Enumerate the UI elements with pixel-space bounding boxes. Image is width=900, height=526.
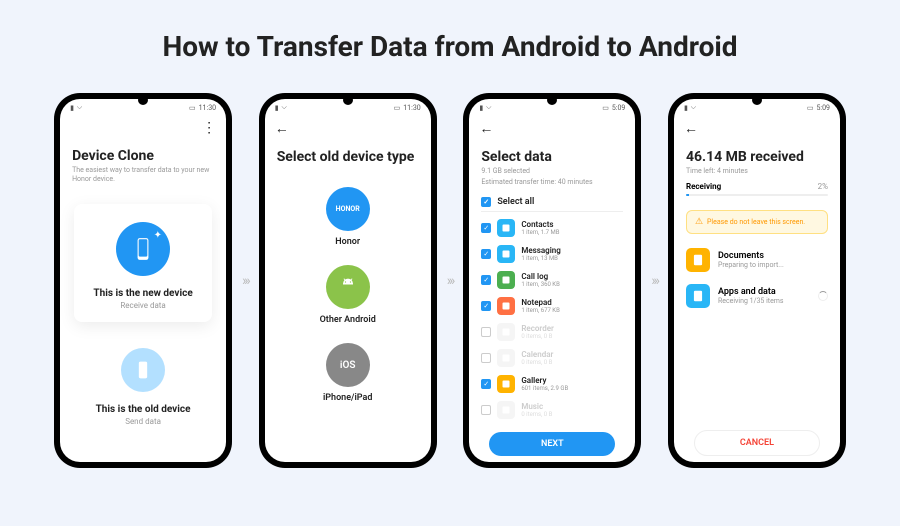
checkbox[interactable] <box>481 379 491 389</box>
row-name: Call log <box>521 272 623 281</box>
row-name: Contacts <box>521 220 623 229</box>
data-row[interactable]: Recorder0 items, 0 B <box>481 320 623 344</box>
phone-1: ▮⌵ ▭11:30 ⋮ Device Clone The easiest way… <box>54 93 232 468</box>
back-icon[interactable]: ← <box>275 120 289 137</box>
row-name: Recorder <box>521 324 623 333</box>
screen-title: 46.14 MB received <box>686 149 828 165</box>
file-icon <box>686 248 710 272</box>
sparkle-icon: ✦ <box>154 230 162 241</box>
time-label: Estimated transfer time: 40 minutes <box>481 178 623 187</box>
receive-item: DocumentsPreparing to import... <box>686 242 828 278</box>
spinner-icon <box>818 291 828 301</box>
checkbox[interactable] <box>481 223 491 233</box>
row-subtitle: 0 items, 0 B <box>521 411 623 418</box>
device-option-honor[interactable]: HONOR Honor <box>326 187 370 247</box>
phone-2: ▮⌵ ▭11:30 ← Select old device type HONOR… <box>259 93 437 468</box>
row-name: Notepad <box>521 298 623 307</box>
app-icon <box>497 297 515 315</box>
app-icon <box>497 271 515 289</box>
row-name: Messaging <box>521 246 623 255</box>
arrow-icon: ››› <box>447 273 454 289</box>
cancel-button[interactable]: CANCEL <box>694 430 820 456</box>
app-icon <box>497 219 515 237</box>
app-icon <box>497 401 515 419</box>
old-device-card[interactable]: This is the old device Send data <box>72 338 214 436</box>
data-row[interactable]: Contacts1 item, 1.7 MB <box>481 216 623 240</box>
warning-banner: Please do not leave this screen. <box>686 210 828 234</box>
checkbox[interactable] <box>481 275 491 285</box>
next-button[interactable]: NEXT <box>489 432 615 456</box>
receive-item: Apps and dataReceiving 1/35 items <box>686 278 828 314</box>
arrow-icon: ››› <box>651 273 658 289</box>
phone-3: ▮⌵ ▭5:09 ← Select data 9.1 GB selected E… <box>463 93 641 468</box>
row-name: Gallery <box>521 376 623 385</box>
battery-icon: ▭ <box>189 104 196 112</box>
size-label: 9.1 GB selected <box>481 167 623 176</box>
screen-subtitle: The easiest way to transfer data to your… <box>72 166 214 184</box>
row-subtitle: 1 item, 13 MB <box>521 255 623 262</box>
wifi-icon: ⌵ <box>77 103 82 112</box>
new-device-card[interactable]: ✦ This is the new device Receive data <box>74 204 212 322</box>
card-title: This is the new device <box>82 288 204 299</box>
data-row[interactable]: Gallery601 items, 2.9 GB <box>481 372 623 396</box>
checkbox[interactable] <box>481 353 491 363</box>
back-icon[interactable]: ← <box>479 120 493 137</box>
data-row[interactable]: Calendar0 items, 0 B <box>481 346 623 370</box>
item-subtitle: Receiving 1/35 items <box>718 297 810 305</box>
select-all-checkbox[interactable] <box>481 197 491 207</box>
android-icon <box>326 265 370 309</box>
card-subtitle: Send data <box>82 417 204 426</box>
row-subtitle: 0 items, 0 B <box>521 359 623 366</box>
row-subtitle: 1 item, 1.7 MB <box>521 229 623 236</box>
phone-4: ▮⌵ ▭5:09 ← 46.14 MB received Time left: … <box>668 93 846 468</box>
arrow-icon: ››› <box>242 273 249 289</box>
item-name: Apps and data <box>718 287 810 297</box>
time-left-label: Time left: 4 minutes <box>686 167 828 176</box>
data-row[interactable]: Call log1 item, 360 KB <box>481 268 623 292</box>
percent-label: 2% <box>818 182 828 191</box>
honor-logo: HONOR <box>336 205 360 213</box>
screen-title: Device Clone <box>72 148 214 164</box>
app-icon <box>497 375 515 393</box>
data-row[interactable]: Messaging1 item, 13 MB <box>481 242 623 266</box>
ios-logo: iOS <box>340 360 356 371</box>
row-subtitle: 0 items, 0 B <box>521 333 623 340</box>
checkbox[interactable] <box>481 405 491 415</box>
receiving-label: Receiving <box>686 182 721 191</box>
data-row[interactable]: Notepad1 item, 677 KB <box>481 294 623 318</box>
device-option-android[interactable]: Other Android <box>320 265 376 325</box>
device-option-ios[interactable]: iOS iPhone/iPad <box>323 343 373 403</box>
phone-icon <box>121 348 165 392</box>
checkbox[interactable] <box>481 327 491 337</box>
checkbox[interactable] <box>481 301 491 311</box>
file-icon <box>686 284 710 308</box>
item-name: Documents <box>718 251 828 261</box>
card-title: This is the old device <box>82 404 204 415</box>
back-icon[interactable]: ← <box>684 120 698 137</box>
page-title: How to Transfer Data from Android to And… <box>40 30 860 63</box>
menu-dots-icon[interactable]: ⋮ <box>202 120 216 136</box>
data-row[interactable]: Music0 items, 0 B <box>481 398 623 422</box>
row-name: Music <box>521 402 623 411</box>
phone-icon: ✦ <box>116 222 170 276</box>
row-subtitle: 1 item, 360 KB <box>521 281 623 288</box>
card-subtitle: Receive data <box>82 301 204 310</box>
progress-bar <box>686 194 828 196</box>
item-subtitle: Preparing to import... <box>718 261 828 269</box>
app-icon <box>497 349 515 367</box>
row-subtitle: 601 items, 2.9 GB <box>521 385 623 392</box>
app-icon <box>497 323 515 341</box>
signal-icon: ▮ <box>70 104 74 112</box>
row-subtitle: 1 item, 677 KB <box>521 307 623 314</box>
app-icon <box>497 245 515 263</box>
select-all-label: Select all <box>497 197 534 207</box>
screen-title: Select data <box>481 149 623 165</box>
checkbox[interactable] <box>481 249 491 259</box>
row-name: Calendar <box>521 350 623 359</box>
screen-title: Select old device type <box>277 149 419 165</box>
